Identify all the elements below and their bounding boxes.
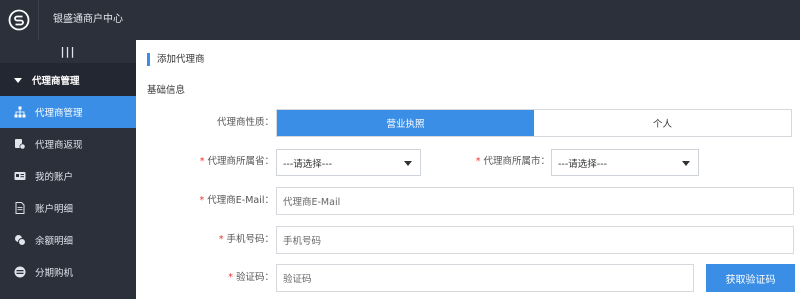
sidebar-item-label: 分期购机 [35, 268, 74, 279]
phone-field[interactable]: 手机号码 [276, 226, 794, 254]
province-select[interactable]: ---请选择--- [276, 149, 421, 176]
nature-segmented-control: 营业执照 个人 [276, 109, 792, 137]
nature-option-individual[interactable]: 个人 [534, 110, 791, 136]
sidebar-collapse-button[interactable]: ||| [0, 40, 136, 64]
coins-icon [14, 234, 26, 246]
required-mark: * [218, 234, 224, 245]
document-icon [14, 202, 26, 214]
menu-bars-icon: ||| [60, 45, 76, 58]
sidebar-item-label: 我的账户 [35, 172, 74, 183]
province-select-value: ---请选择--- [283, 158, 333, 170]
verification-code-field[interactable]: 验证码 [276, 264, 694, 292]
sidebar-item-agent-cashback[interactable]: 代理商返现 [0, 128, 136, 160]
code-placeholder: 验证码 [283, 274, 312, 285]
sidebar-item-my-account[interactable]: 我的账户 [0, 160, 136, 192]
required-mark: * [475, 156, 481, 167]
sidebar-item-label: 余额明细 [35, 236, 74, 247]
city-label: * 代理商所属市： [475, 156, 550, 167]
page-title: 添加代理商 [147, 53, 205, 66]
sidebar-group-agent-management[interactable]: 代理商管理 [0, 64, 136, 96]
required-mark: * [199, 195, 205, 206]
phone-label: * 手机号码： [218, 234, 274, 245]
code-label: * 验证码： [228, 272, 274, 283]
terminal-icon [14, 266, 26, 278]
sidebar-item-balance-details[interactable]: 余额明细 [0, 224, 136, 256]
email-field[interactable]: 代理商E-Mail [276, 187, 794, 215]
city-select[interactable]: ---请选择--- [551, 149, 699, 176]
sidebar-item-label: 代理商返现 [35, 140, 83, 151]
chevron-down-icon [682, 161, 690, 166]
sidebar-item-account-details[interactable]: 账户明细 [0, 192, 136, 224]
app-title: 银盛通商户中心 [53, 14, 123, 25]
province-label: * 代理商所属省： [199, 156, 274, 167]
caret-down-icon [14, 77, 22, 83]
nature-option-business-license[interactable]: 营业执照 [277, 110, 534, 136]
sidebar-group-label: 代理商管理 [32, 76, 80, 87]
sidebar-item-label: 代理商管理 [35, 108, 83, 119]
section-title: 基础信息 [147, 85, 186, 96]
cashback-icon [14, 138, 26, 150]
main-content: 添加代理商 基础信息 代理商性质： 营业执照 个人 * 代理商所属省： ---请选… [136, 40, 800, 299]
get-code-button[interactable]: 获取验证码 [706, 264, 795, 292]
city-select-value: ---请选择--- [558, 158, 608, 170]
required-mark: * [228, 272, 233, 283]
phone-placeholder: 手机号码 [283, 236, 322, 247]
org-chart-icon [14, 106, 26, 118]
top-bar: 银盛通商户中心 [0, 0, 800, 40]
email-label: * 代理商E-Mail： [199, 195, 274, 206]
nature-label: 代理商性质： [216, 117, 274, 128]
required-mark: * [199, 156, 205, 167]
ys-logo-icon[interactable] [0, 0, 39, 40]
sidebar-item-label: 账户明细 [35, 204, 74, 215]
email-placeholder: 代理商E-Mail [283, 197, 341, 208]
sidebar-item-agent-management[interactable]: 代理商管理 [0, 96, 136, 128]
sidebar-item-installment-purchase[interactable]: 分期购机 [0, 256, 136, 288]
chevron-down-icon [404, 161, 412, 166]
sidebar: ||| 代理商管理 代理商管理 代理商返现 我的账户 账户明细 余额明细 分期购… [0, 40, 136, 299]
id-card-icon [14, 170, 26, 182]
